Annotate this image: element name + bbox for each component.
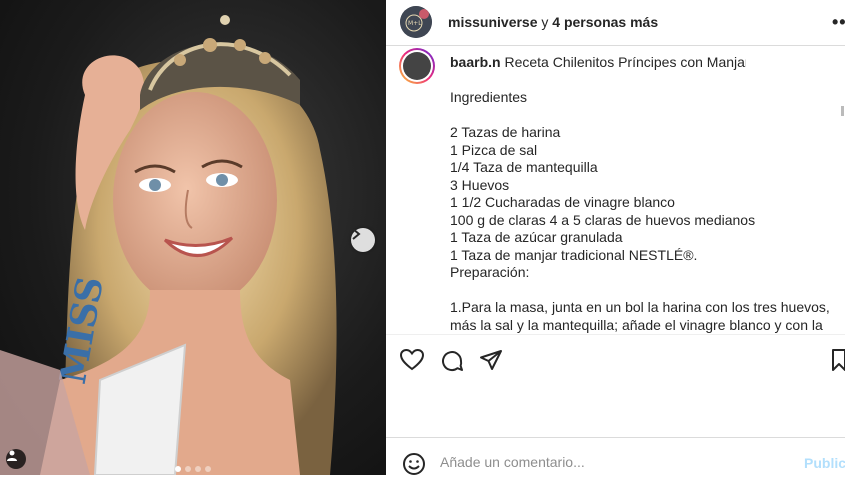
next-photo-button[interactable]: [351, 228, 375, 252]
emoji-icon[interactable]: [402, 452, 426, 481]
carousel-dot: [195, 466, 201, 472]
comment-icon[interactable]: [440, 349, 464, 378]
bookmark-icon[interactable]: [832, 349, 845, 376]
scrollbar[interactable]: [841, 106, 844, 116]
ingredient-item: 1 1/2 Cucharadas de vinagre blanco: [450, 194, 675, 210]
action-bar: [386, 334, 845, 385]
post-authors[interactable]: missuniverse y 4 personas más: [448, 14, 658, 30]
carousel-dot: [205, 466, 211, 472]
post-side-panel: M+L missuniverse y 4 personas más •• baa…: [386, 0, 845, 475]
ingredient-item: 1 Taza de azúcar granulada: [450, 229, 623, 245]
ingredient-item: 1 Pizca de sal: [450, 141, 538, 158]
ingredient-item: 2 Tazas de harina: [450, 124, 561, 140]
ingredient-item: 1 Taza de manjar tradicional NESTLÉ®.: [450, 246, 698, 263]
post-header: M+L missuniverse y 4 personas más ••: [386, 0, 845, 46]
ingredient-item: 3 Huevos: [450, 176, 510, 193]
more-options-button[interactable]: ••: [832, 12, 845, 33]
avatar-badge-text: M+L: [408, 20, 422, 27]
caption-text: baarb.n Receta Chilenitos Príncipes con …: [450, 54, 830, 334]
post-photo[interactable]: MISS: [0, 0, 386, 475]
share-icon[interactable]: [479, 349, 503, 376]
carousel-dot: [185, 466, 191, 472]
carousel-dot: [175, 466, 181, 472]
ingredient-item: 100 g de claras 4 a 5 claras de huevos m…: [450, 211, 756, 228]
caption-area: baarb.n Receta Chilenitos Príncipes con …: [386, 46, 845, 334]
preparation-step: más la sal y la mantequilla; añade el vi…: [450, 316, 823, 333]
author-username[interactable]: missuniverse: [448, 14, 538, 30]
heart-icon[interactable]: [399, 348, 425, 376]
ingredient-item: 1/4 Taza de mantequilla: [450, 159, 598, 175]
preparation-step: 1.Para la masa, junta en un bol la harin…: [450, 299, 830, 315]
portrait-image: MISS: [0, 15, 337, 475]
carousel-indicator: [0, 466, 386, 472]
ingredients-heading: Ingredientes: [450, 89, 528, 105]
avatar[interactable]: M+L: [400, 6, 432, 38]
preparation-heading: Preparación:: [450, 264, 530, 280]
authors-joiner: y: [537, 14, 553, 30]
caption-avatar[interactable]: [399, 48, 435, 84]
more-horizontal-icon: ••: [832, 12, 845, 32]
other-authors-link[interactable]: 4 personas más: [552, 14, 658, 30]
caption-username[interactable]: baarb.n: [450, 54, 501, 70]
add-comment-bar: Publica: [386, 437, 845, 476]
caption-title: Receta Chilenitos Príncipes con Manjar c: [504, 54, 746, 70]
comment-input[interactable]: [440, 454, 780, 470]
publish-button[interactable]: Publica: [804, 455, 845, 471]
caption-first-line: baarb.n Receta Chilenitos Príncipes con …: [450, 54, 746, 72]
